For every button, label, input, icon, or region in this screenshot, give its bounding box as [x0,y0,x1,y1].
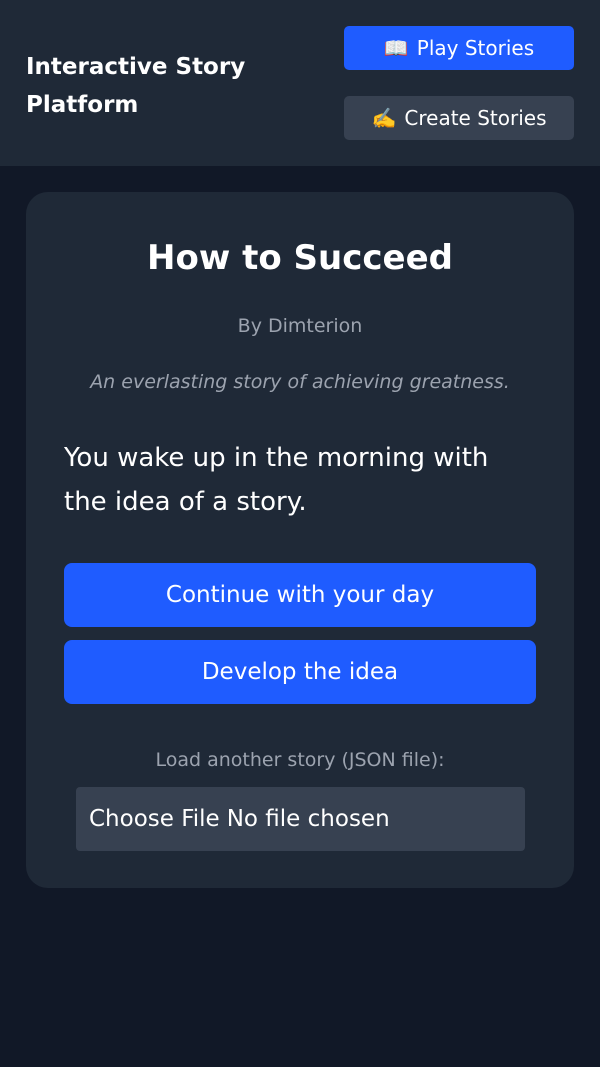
top-header: Interactive Story Platform 📖 Play Storie… [0,0,600,166]
brand-line-2: Platform [26,92,139,118]
story-description: An everlasting story of achieving greatn… [90,371,510,393]
load-story-label: Load another story (JSON file): [155,749,445,771]
create-stories-label: Create Stories [404,106,547,130]
choose-file-button[interactable]: Choose File [89,806,220,832]
choice-button-develop[interactable]: Develop the idea [64,640,536,704]
brand-line-1: Interactive Story [26,54,246,80]
story-passage: You wake up in the morning with the idea… [64,443,489,517]
writing-hand-icon: ✍️ [371,106,397,130]
play-stories-label: Play Stories [416,36,535,60]
choice-button-continue[interactable]: Continue with your day [64,563,536,627]
story-author: By Dimterion [237,315,363,337]
brand-title: Interactive Story Platform [26,48,286,124]
file-status: No file chosen [226,806,390,832]
app-root: Interactive Story Platform 📖 Play Storie… [0,0,600,1067]
story-file-input[interactable]: Choose File No file chosen [76,787,525,851]
story-title: How to Succeed [147,238,453,278]
create-stories-button[interactable]: ✍️ Create Stories [344,96,574,140]
story-card [26,192,574,888]
play-stories-button[interactable]: 📖 Play Stories [344,26,574,70]
book-icon: 📖 [383,36,409,60]
